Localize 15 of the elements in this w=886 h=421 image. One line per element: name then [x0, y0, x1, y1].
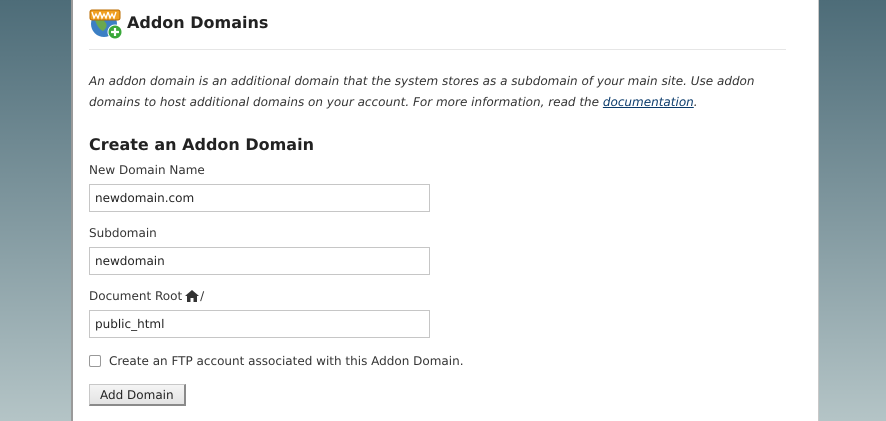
- add-domain-button[interactable]: Add Domain: [89, 384, 186, 406]
- field-label: Subdomain: [89, 225, 157, 242]
- field-label: New Domain Name: [89, 162, 205, 179]
- home-icon: [185, 290, 200, 302]
- text-field[interactable]: newdomain.com: [89, 184, 430, 212]
- field-label: Document Root: [89, 288, 182, 305]
- documentation-link[interactable]: documentation: [602, 95, 694, 109]
- page-title: Addon Domains: [127, 12, 268, 34]
- ftp-option-label: Create an FTP account associated with this Addon Domain.: [109, 353, 464, 370]
- intro-paragraph: An addon domain is an additional domain that the system stores as a subdomain of your main site. Use addon domains to host additional domains on your account. For more information, read the documentation.: [89, 73, 756, 111]
- text-field[interactable]: public_html: [89, 310, 430, 338]
- path-separator: /: [200, 288, 204, 305]
- text-field[interactable]: newdomain: [89, 247, 430, 275]
- ftp-checkbox[interactable]: [89, 355, 101, 367]
- form-heading: Create an Addon Domain: [89, 134, 315, 156]
